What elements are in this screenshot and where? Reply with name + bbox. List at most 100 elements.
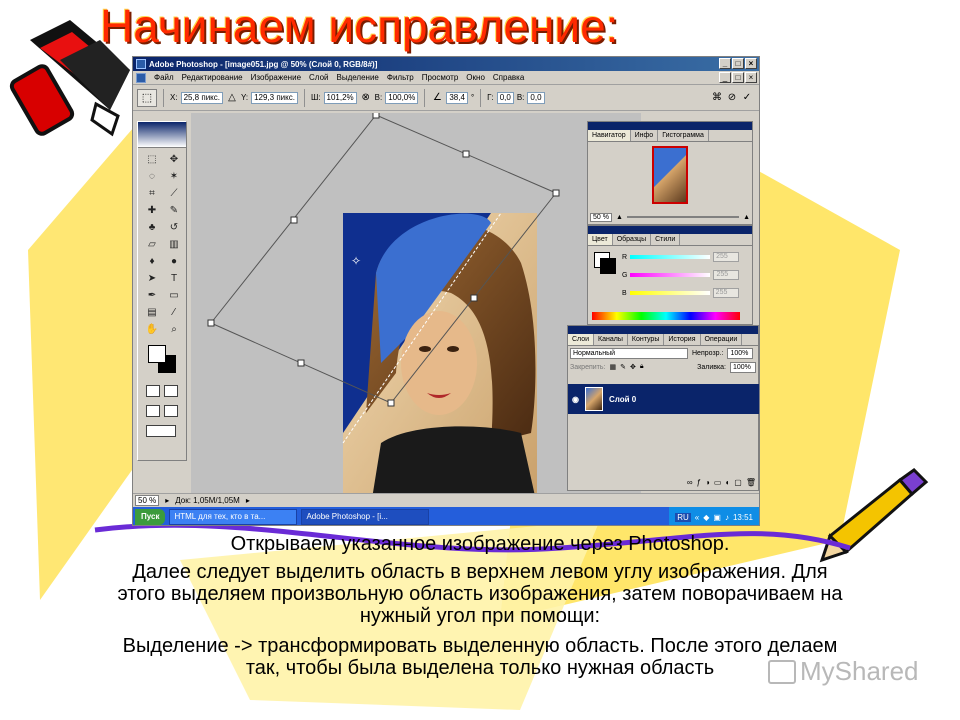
status-zoom[interactable]: 50 % — [135, 495, 160, 506]
language-indicator[interactable]: RU — [675, 512, 691, 522]
history-brush-icon[interactable]: ↺ — [164, 220, 184, 235]
menu-filter[interactable]: Фильтр — [387, 73, 414, 82]
lasso-tool-icon[interactable]: ◌ — [142, 169, 162, 184]
menu-file[interactable]: Файл — [154, 73, 174, 82]
zoom-tool-icon[interactable]: ⌕ — [164, 322, 184, 337]
tab-paths[interactable]: Контуры — [628, 334, 665, 345]
hand-tool-icon[interactable]: ✋ — [142, 322, 162, 337]
slice-tool-icon[interactable]: ⟋ — [164, 186, 184, 201]
link-layers-icon[interactable]: ∞ — [687, 478, 693, 490]
maximize-button[interactable]: □ — [732, 58, 744, 69]
tab-navigator[interactable]: Навигатор — [588, 130, 631, 141]
navigator-zoom-slider[interactable] — [626, 216, 740, 218]
fill-input[interactable]: 100% — [730, 361, 756, 373]
channel-g-slider[interactable] — [630, 273, 711, 277]
path-select-icon[interactable]: ➤ — [142, 271, 162, 286]
brush-tool-icon[interactable]: ✎ — [164, 203, 184, 218]
tray-network-icon[interactable]: ▣ — [713, 513, 721, 522]
doc-maximize-button[interactable]: □ — [732, 72, 744, 83]
imageready-button[interactable] — [146, 425, 176, 437]
channel-r-input[interactable]: 255 — [713, 252, 740, 262]
channel-b-input[interactable]: 255 — [712, 288, 739, 298]
tray-volume-icon[interactable]: ♪ — [725, 513, 729, 522]
menu-image[interactable]: Изображение — [251, 73, 301, 82]
link-icon[interactable]: △ — [226, 92, 238, 104]
stamp-tool-icon[interactable]: ♣ — [142, 220, 162, 235]
status-expand-icon[interactable]: ▸ — [246, 496, 250, 505]
tray-app-icon[interactable]: ◆ — [703, 513, 709, 522]
window-titlebar[interactable]: Adobe Photoshop - [image051.jpg @ 50% (С… — [133, 57, 759, 71]
chain-icon[interactable]: ⊗ — [360, 92, 372, 104]
panel-bg-swatch[interactable] — [600, 258, 616, 274]
menu-layer[interactable]: Слой — [309, 73, 328, 82]
channel-b-slider[interactable] — [629, 291, 710, 295]
type-tool-icon[interactable]: T — [164, 271, 184, 286]
eraser-tool-icon[interactable]: ▱ — [142, 237, 162, 252]
lock-brush-icon[interactable]: ✎ — [620, 363, 626, 371]
y-input[interactable]: 129,3 пикс. — [251, 91, 298, 104]
height-input[interactable]: 100,0% — [385, 91, 419, 104]
tab-info[interactable]: Инфо — [631, 130, 659, 141]
layer-row[interactable]: ◉ Слой 0 — [568, 384, 759, 414]
healing-tool-icon[interactable]: ✚ — [142, 203, 162, 218]
lock-move-icon[interactable]: ✥ — [630, 363, 636, 371]
angle-input[interactable]: 38,4 — [446, 91, 468, 104]
menu-edit[interactable]: Редактирование — [182, 73, 243, 82]
zoom-out-icon[interactable]: ▲ — [616, 214, 623, 221]
tab-styles[interactable]: Стили — [651, 234, 681, 245]
tab-color[interactable]: Цвет — [588, 234, 613, 245]
layer-style-icon[interactable]: ƒ — [697, 478, 701, 490]
tab-actions[interactable]: Операции — [701, 334, 743, 345]
tab-swatches[interactable]: Образцы — [613, 234, 652, 245]
hskew-input[interactable]: 0,0 — [496, 91, 514, 104]
menu-help[interactable]: Справка — [493, 73, 524, 82]
menu-view[interactable]: Просмотр — [422, 73, 459, 82]
tab-histogram[interactable]: Гистограмма — [658, 130, 709, 141]
blur-tool-icon[interactable]: ♦ — [142, 254, 162, 269]
minimize-button[interactable]: _ — [719, 58, 731, 69]
blend-mode-select[interactable]: Нормальный — [570, 347, 688, 359]
vskew-input[interactable]: 0,0 — [527, 91, 545, 104]
lock-all-icon[interactable]: 🔒︎ — [640, 363, 644, 371]
channel-g-input[interactable]: 255 — [713, 270, 740, 280]
new-group-icon[interactable]: ▭ — [714, 478, 722, 490]
cancel-transform-icon[interactable]: ⊘ — [726, 92, 738, 104]
tray-arrow-icon[interactable]: « — [695, 513, 699, 522]
layer-mask-icon[interactable]: ◑ — [705, 478, 710, 490]
close-button[interactable]: × — [745, 58, 757, 69]
tab-history[interactable]: История — [664, 334, 701, 345]
notes-tool-icon[interactable]: ▤ — [142, 305, 162, 320]
transform-tool-icon[interactable]: ⬚ — [137, 88, 157, 107]
magic-wand-icon[interactable]: ✶ — [164, 169, 184, 184]
pen-tool-icon[interactable]: ✒ — [142, 288, 162, 303]
taskbar-item-photoshop[interactable]: Adobe Photoshop - [i... — [301, 509, 430, 525]
quickmask-mode-button[interactable] — [164, 385, 178, 397]
foreground-color-swatch[interactable] — [148, 345, 166, 363]
color-spectrum[interactable] — [592, 312, 740, 320]
color-swatches[interactable] — [138, 341, 186, 381]
doc-close-button[interactable]: × — [745, 72, 757, 83]
width-input[interactable]: 101,2% — [323, 91, 357, 104]
trash-icon[interactable]: 🗑︎ — [746, 478, 756, 490]
eye-icon[interactable]: ◉ — [572, 395, 579, 404]
navigator-zoom[interactable]: 50 % — [590, 212, 612, 222]
warp-icon[interactable]: ⌘ — [711, 92, 723, 104]
new-layer-icon[interactable]: ▢ — [734, 478, 742, 490]
adjustment-layer-icon[interactable]: ◐ — [725, 478, 730, 490]
navigator-thumbnail[interactable] — [652, 146, 688, 204]
menu-window[interactable]: Окно — [466, 73, 485, 82]
standard-mode-button[interactable] — [146, 385, 160, 397]
gradient-tool-icon[interactable]: ▥ — [164, 237, 184, 252]
tab-layers[interactable]: Слои — [568, 334, 595, 345]
x-input[interactable]: 25,8 пикс. — [180, 91, 223, 104]
start-button[interactable]: Пуск — [135, 509, 166, 525]
opacity-input[interactable]: 100% — [727, 347, 754, 359]
marquee-tool-icon[interactable]: ⬚ — [142, 152, 162, 167]
dodge-tool-icon[interactable]: ● — [164, 254, 184, 269]
commit-transform-icon[interactable]: ✓ — [741, 92, 753, 104]
screen-mode-2-button[interactable] — [164, 405, 178, 417]
menu-select[interactable]: Выделение — [336, 73, 378, 82]
lock-transparency-icon[interactable]: ▦ — [609, 363, 616, 371]
doc-minimize-button[interactable]: _ — [719, 72, 731, 83]
channel-r-slider[interactable] — [630, 255, 711, 259]
